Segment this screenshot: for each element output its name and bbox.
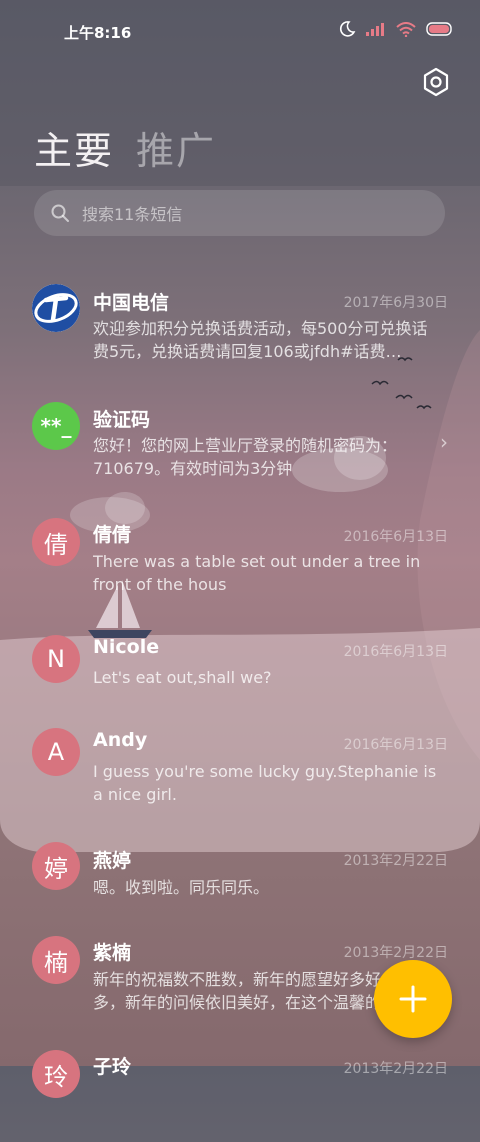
sender-name: 中国电信 [93, 292, 170, 314]
status-time: 上午8:16 [64, 24, 132, 42]
message-preview: 欢迎参加积分兑换话费活动，每500分可兑换话费5元，兑换话费请回复106或jfd… [93, 319, 428, 361]
chevron-right-icon: › [440, 430, 448, 454]
message-preview: 新年的祝福数不胜数，新年的愿望好多好多，新年的问候依旧美好，在这个温馨的 [93, 970, 382, 1012]
message-date: 2013年2月22日 [343, 1061, 448, 1077]
list-item[interactable]: 中国电信 2017年6月30日 欢迎参加积分兑换话费活动，每500分可兑换话费5… [0, 282, 480, 374]
list-item[interactable]: 倩 倩倩 2016年6月13日 There was a table set ou… [0, 516, 480, 608]
wifi-icon [396, 21, 416, 37]
avatar: 倩 [32, 518, 80, 566]
message-preview: Let's eat out,shall we? [93, 668, 272, 687]
message-date: 2016年6月13日 [343, 737, 448, 753]
sender-name: Nicole [93, 636, 160, 658]
sender-name: 倩倩 [93, 524, 132, 546]
status-icons [338, 20, 454, 38]
battery-icon [426, 22, 452, 36]
search-icon [51, 204, 69, 222]
moon-icon [339, 21, 356, 37]
avatar: **_ [32, 402, 80, 450]
sender-name: 燕婷 [93, 850, 132, 872]
avatar: 玲 [32, 1050, 80, 1098]
tab-bar: 主要 推广 [34, 120, 216, 175]
avatar: 楠 [32, 936, 80, 984]
plus-icon [399, 985, 427, 1013]
message-date: 2016年6月13日 [343, 529, 448, 545]
message-date: 2013年2月22日 [343, 945, 448, 961]
search-input[interactable]: 搜索11条短信 [34, 190, 445, 236]
avatar: 婷 [32, 842, 80, 890]
settings-icon[interactable] [420, 66, 452, 98]
message-preview: 嗯。收到啦。同乐同乐。 [93, 878, 270, 897]
message-date: 2016年6月13日 [343, 644, 448, 660]
message-preview: 您好！您的网上营业厅登录的随机密码为：710679。有效时间为3分钟 [93, 436, 398, 478]
list-item[interactable]: 玲 子玲 2013年2月22日 [0, 1050, 480, 1142]
avatar: N [32, 635, 80, 683]
status-bar: 上午8:16 [0, 0, 480, 62]
message-date: 2017年6月30日 [343, 295, 448, 311]
list-item[interactable]: A Andy 2016年6月13日 I guess you're some lu… [0, 726, 480, 818]
message-date: 2013年2月22日 [343, 853, 448, 869]
list-item[interactable]: **_ 验证码 您好！您的网上营业厅登录的随机密码为：710679。有效时间为3… [0, 400, 480, 492]
avatar: A [32, 728, 80, 776]
message-preview: There was a table set out under a tree i… [93, 552, 421, 594]
sender-name: 验证码 [93, 409, 151, 431]
list-item[interactable]: N Nicole 2016年6月13日 Let's eat out,shall … [0, 633, 480, 725]
list-item[interactable]: 婷 燕婷 2013年2月22日 嗯。收到啦。同乐同乐。 [0, 842, 480, 934]
sender-name: Andy [93, 729, 148, 751]
sender-name: 紫楠 [93, 942, 132, 964]
china-telecom-logo-icon [32, 284, 80, 332]
compose-button[interactable] [374, 960, 452, 1038]
tab-promotions[interactable]: 推广 [136, 120, 216, 175]
search-placeholder: 搜索11条短信 [82, 205, 183, 224]
signal-icon [366, 23, 384, 36]
tab-main[interactable]: 主要 [34, 120, 114, 175]
message-preview: I guess you're some lucky guy.Stephanie … [93, 762, 437, 804]
